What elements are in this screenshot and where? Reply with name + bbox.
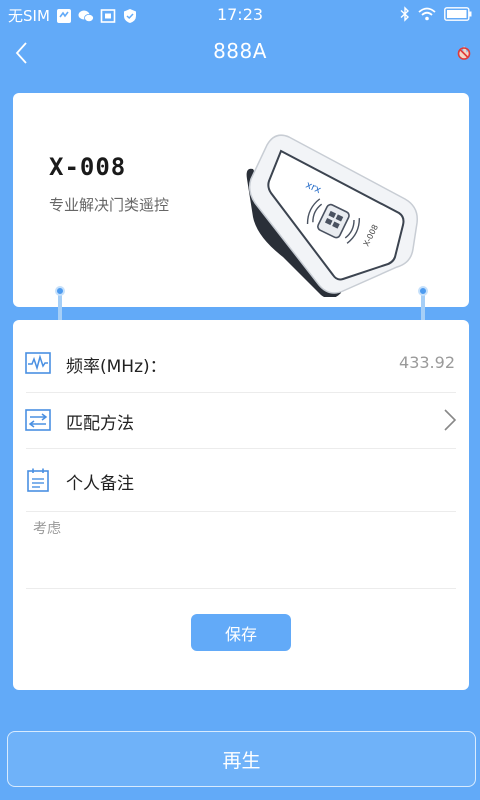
waveform-icon [25, 352, 51, 374]
nav-bar: 888A [0, 30, 480, 76]
product-model: X-008 [49, 153, 127, 181]
frequency-label: 频率(MHz)： [66, 357, 167, 377]
match-method-label: 匹配方法 [66, 414, 134, 434]
product-description: 专业解决门类遥控 [49, 196, 170, 214]
note-label: 个人备注 [66, 474, 134, 494]
chevron-right-icon [444, 409, 457, 431]
divider [26, 588, 456, 589]
battery-icon [444, 7, 472, 21]
divider [26, 448, 456, 449]
regenerate-button[interactable]: 再生 [7, 731, 476, 787]
device-image: xrx X-008 [246, 134, 418, 297]
page-title: 888A [213, 39, 267, 63]
bluetooth-icon [400, 6, 410, 22]
note-input[interactable] [33, 518, 449, 584]
match-icon [25, 409, 51, 431]
status-bar: 无SIM 17:23 [0, 0, 480, 30]
status-right [400, 6, 472, 22]
no-fire-icon[interactable] [456, 44, 472, 60]
note-icon [27, 468, 49, 492]
settings-card: 频率(MHz)： 433.92 匹配方法 个人备注 保存 [13, 320, 469, 690]
frequency-row: 频率(MHz)： 433.92 [13, 335, 469, 391]
divider [26, 511, 456, 512]
match-method-row[interactable]: 匹配方法 [13, 392, 469, 448]
wifi-icon [418, 7, 436, 21]
save-button[interactable]: 保存 [191, 614, 291, 651]
frequency-value: 433.92 [399, 353, 455, 372]
product-card: X-008 专业解决门类遥控 xrx X-008 [13, 93, 469, 307]
note-row: 个人备注 [13, 452, 469, 508]
